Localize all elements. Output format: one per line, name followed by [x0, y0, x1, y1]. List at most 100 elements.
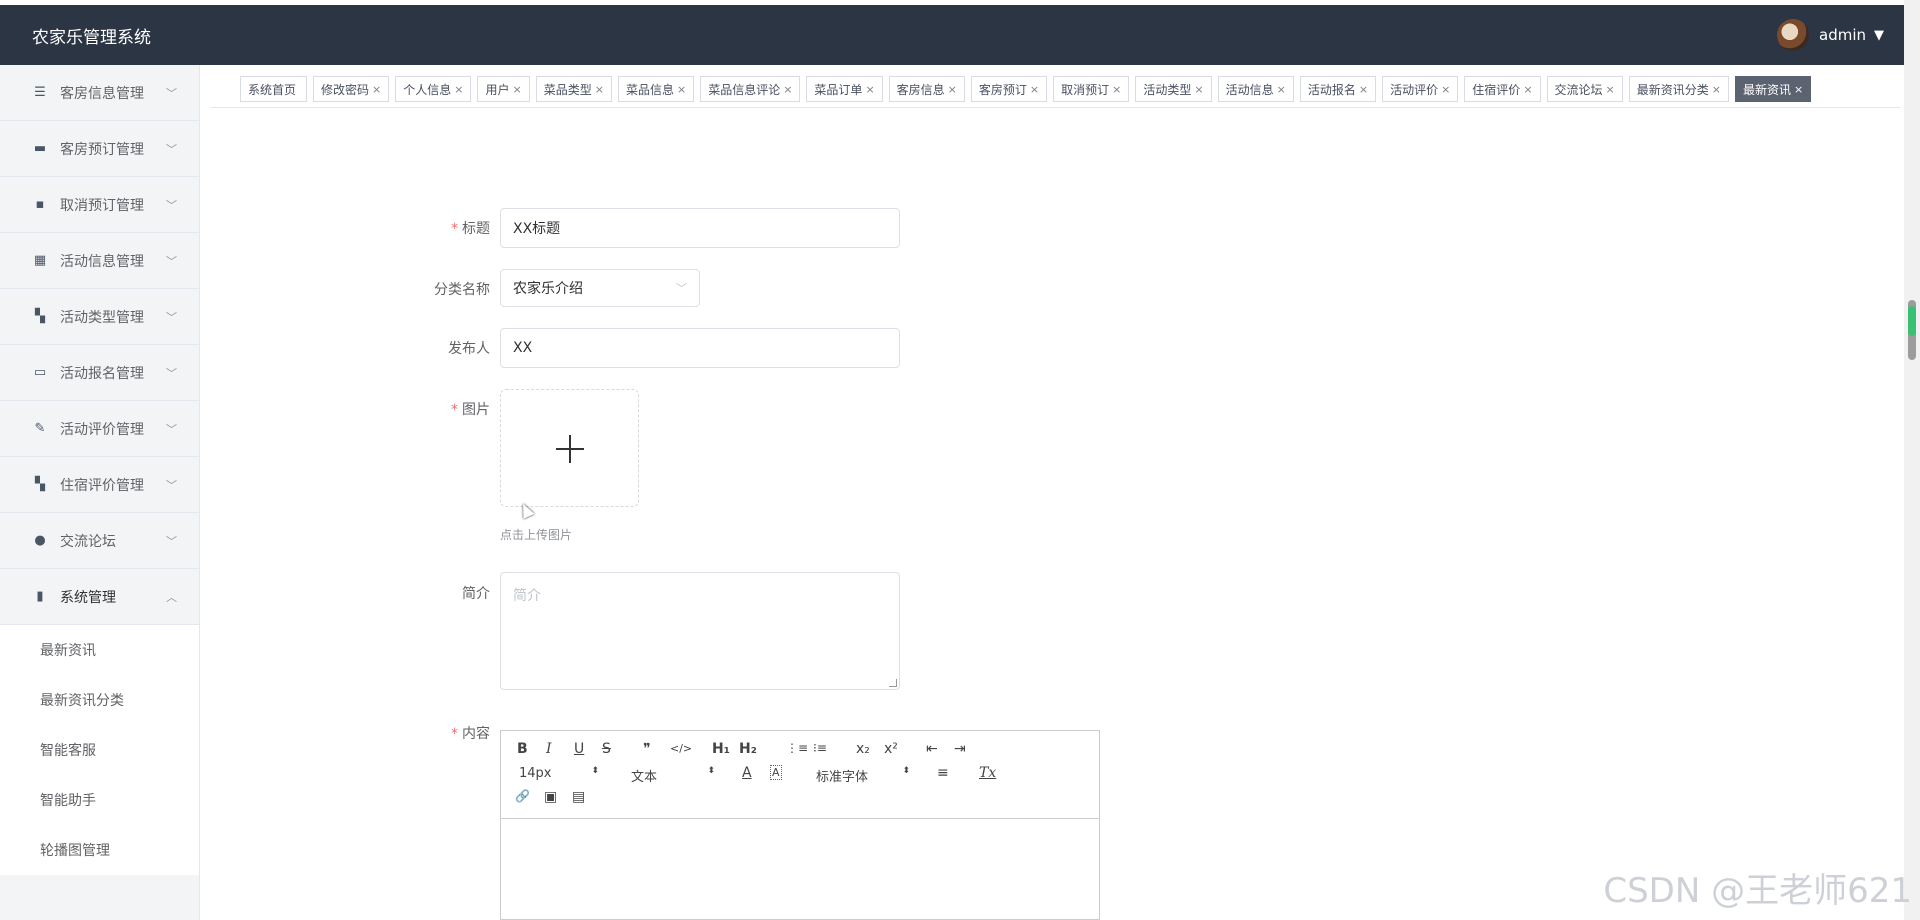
editor-content-area[interactable] — [501, 820, 1099, 920]
close-icon[interactable]: × — [454, 83, 463, 96]
sidebar-item-room-info[interactable]: ☰ 客房信息管理 ﹀ — [0, 65, 199, 121]
close-icon[interactable]: × — [677, 83, 686, 96]
close-icon[interactable]: × — [1359, 83, 1368, 96]
close-icon[interactable]: × — [1112, 83, 1121, 96]
tag-label: 客房预订 — [978, 82, 1027, 97]
sidebar-item-activity-info[interactable]: ▦ 活动信息管理 ﹀ — [0, 233, 199, 289]
image-button[interactable]: ▣ — [544, 789, 557, 805]
sidebar-item-forum[interactable]: ● 交流论坛 ﹀ — [0, 513, 199, 569]
close-icon[interactable]: × — [948, 83, 957, 96]
tag-activity-signup[interactable]: 活动报名 × — [1299, 76, 1377, 102]
tag-label: 系统首页 — [248, 82, 297, 97]
image-upload[interactable] — [500, 389, 639, 507]
background-color-button[interactable]: A — [770, 765, 782, 780]
align-button[interactable]: ≡ — [937, 765, 949, 781]
tag-news-category[interactable]: 最新资讯分类 × — [1628, 76, 1729, 102]
tag-dish-comment[interactable]: 菜品信息评论 × — [700, 76, 801, 102]
sidebar-item-activity-type[interactable]: ▚ 活动类型管理 ﹀ — [0, 289, 199, 345]
title-input[interactable]: XX标题 — [500, 208, 900, 248]
tag-stay-review[interactable]: 住宿评价 × — [1464, 76, 1541, 102]
text-color-button[interactable]: A — [742, 765, 752, 781]
user-menu[interactable]: admin ▼ — [1777, 19, 1884, 51]
ordered-list-button[interactable]: ⋮≡ — [786, 741, 808, 755]
close-icon[interactable]: × — [1712, 83, 1721, 96]
tag-room-info[interactable]: 客房信息 × — [888, 76, 965, 102]
close-icon[interactable]: × — [1523, 83, 1532, 96]
tag-label: 最新资讯分类 — [1636, 82, 1709, 97]
sidebar-subitem-smart-assistant[interactable]: 智能助手 — [0, 775, 199, 825]
sidebar-item-room-booking[interactable]: ▬ 客房预订管理 ﹀ — [0, 121, 199, 177]
sidebar-item-label: 取消预订管理 — [60, 197, 144, 214]
sidebar-item-activity-signup[interactable]: ▭ 活动报名管理 ﹀ — [0, 345, 199, 401]
sidebar-item-cancel-booking[interactable]: ▪ 取消预订管理 ﹀ — [0, 177, 199, 233]
clean-format-button[interactable]: Tx — [979, 765, 996, 781]
close-icon[interactable]: × — [595, 83, 604, 96]
video-button[interactable]: ▤ — [572, 789, 585, 805]
tag-dish-order[interactable]: 菜品订单 × — [806, 76, 883, 102]
blockquote-button[interactable]: ❞ — [643, 741, 651, 757]
tag-news[interactable]: 最新资讯 × — [1735, 76, 1812, 102]
close-icon[interactable]: × — [1030, 83, 1039, 96]
page-scrollbar[interactable] — [1904, 0, 1920, 920]
avatar[interactable] — [1777, 19, 1809, 51]
category-select[interactable]: 农家乐介绍 ﹀ — [500, 269, 700, 307]
caret-down-icon[interactable]: ▼ — [1874, 28, 1884, 43]
tag-dish-type[interactable]: 菜品类型 × — [535, 76, 612, 102]
title-label: * 标题 — [400, 218, 490, 238]
strike-button[interactable]: S — [602, 741, 611, 757]
sidebar-subitem-smart-service[interactable]: 智能客服 — [0, 725, 199, 775]
sidebar-subitem-news-category[interactable]: 最新资讯分类 — [0, 675, 199, 725]
apps-icon: ▚ — [35, 477, 45, 492]
tag-home[interactable]: 系统首页 — [240, 76, 308, 102]
tag-activity-review[interactable]: 活动评价 × — [1382, 76, 1459, 102]
sidebar-item-system[interactable]: ▮ 系统管理 ︿ — [0, 569, 199, 625]
link-button[interactable]: 🔗 — [515, 789, 530, 803]
close-icon[interactable]: × — [1441, 83, 1450, 96]
tag-room-booking[interactable]: 客房预订 × — [970, 76, 1048, 102]
close-icon[interactable]: × — [372, 83, 381, 96]
required-mark: * — [451, 726, 458, 742]
required-mark: * — [451, 402, 458, 418]
close-icon[interactable]: × — [783, 83, 792, 96]
underline-button[interactable]: U — [574, 741, 584, 757]
tag-dish-info[interactable]: 菜品信息 × — [617, 76, 695, 102]
username[interactable]: admin — [1819, 26, 1866, 44]
close-icon[interactable]: × — [865, 83, 874, 96]
indent-button[interactable]: ⇥ — [954, 741, 966, 757]
close-icon[interactable]: × — [1277, 83, 1286, 96]
tag-user[interactable]: 用户 × — [477, 76, 530, 102]
intro-textarea[interactable]: 简介 — [500, 572, 900, 690]
h1-button[interactable]: H₁ — [712, 741, 730, 757]
code-button[interactable]: </> — [670, 742, 692, 755]
close-icon[interactable]: × — [1606, 83, 1615, 96]
tag-profile[interactable]: 个人信息 × — [395, 76, 472, 102]
bold-button[interactable]: B — [517, 741, 528, 757]
chevron-down-icon: ﹀ — [166, 310, 177, 324]
outdent-button[interactable]: ⇤ — [926, 741, 938, 757]
sidebar-item-stay-review[interactable]: ▚ 住宿评价管理 ﹀ — [0, 457, 199, 513]
close-icon[interactable]: × — [1194, 83, 1203, 96]
tag-cancel-booking[interactable]: 取消预订 × — [1053, 76, 1130, 102]
header-type-select[interactable]: 文本 ⬍ — [631, 766, 715, 785]
tag-change-password[interactable]: 修改密码 × — [313, 76, 390, 102]
plus-icon — [569, 435, 571, 463]
sidebar-subitem-carousel[interactable]: 轮播图管理 — [0, 825, 199, 875]
close-icon[interactable]: × — [1794, 83, 1803, 96]
close-icon[interactable]: × — [513, 83, 522, 96]
tag-forum[interactable]: 交流论坛 × — [1546, 76, 1623, 102]
tag-activity-info[interactable]: 活动信息 × — [1217, 76, 1294, 102]
publisher-input[interactable]: XX — [500, 328, 900, 368]
resize-handle[interactable] — [889, 679, 897, 687]
italic-button[interactable]: I — [546, 741, 552, 757]
sidebar-item-activity-review[interactable]: ✎ 活动评价管理 ﹀ — [0, 401, 199, 457]
font-family-select[interactable]: 标准字体 ⬍ — [816, 766, 910, 785]
bullet-list-button[interactable]: ⁝≡ — [813, 741, 827, 755]
superscript-button[interactable]: x² — [884, 741, 898, 757]
tag-activity-type[interactable]: 活动类型 × — [1135, 76, 1212, 102]
sidebar-item-label: 客房预订管理 — [60, 141, 144, 158]
sidebar-subitem-news[interactable]: 最新资讯 — [0, 625, 199, 675]
subscript-button[interactable]: x₂ — [856, 741, 870, 757]
scrollbar-thumb[interactable] — [1908, 300, 1916, 360]
h2-button[interactable]: H₂ — [739, 741, 757, 757]
font-size-select[interactable]: 14px ⬍ — [519, 766, 599, 781]
